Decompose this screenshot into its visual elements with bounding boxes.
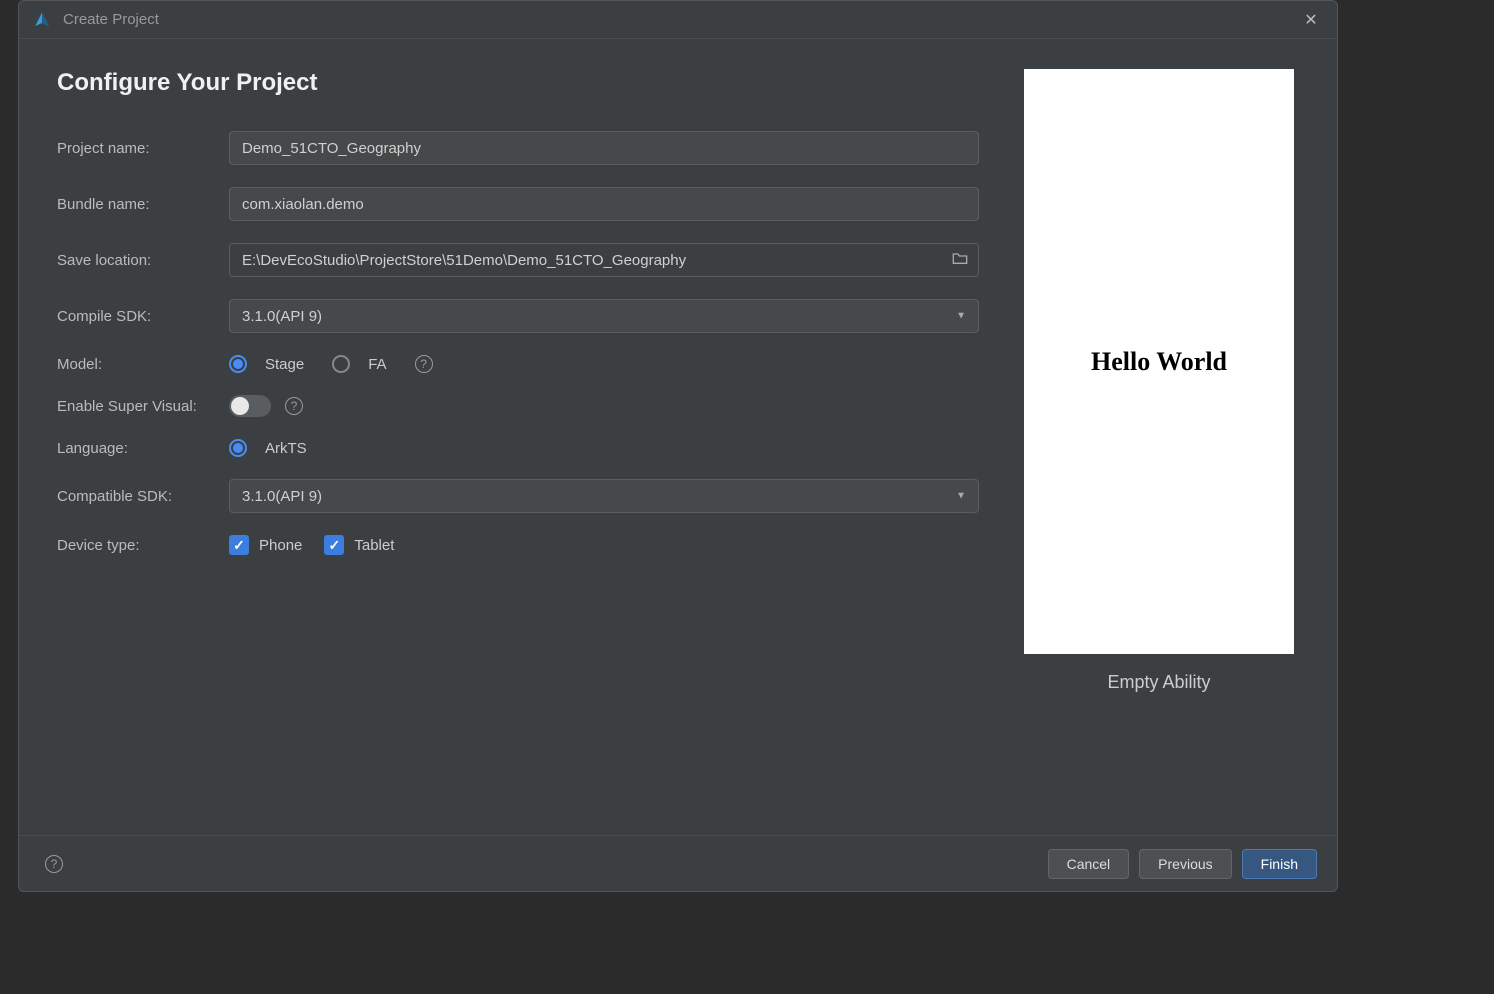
model-stage-label: Stage (265, 356, 304, 373)
page-heading: Configure Your Project (57, 69, 979, 97)
chevron-down-icon: ▼ (956, 491, 966, 502)
model-label: Model: (57, 356, 229, 373)
model-fa-label: FA (368, 356, 386, 373)
bundle-name-value: com.xiaolan.demo (242, 196, 364, 213)
preview-text: Hello World (1091, 347, 1227, 377)
compile-sdk-value: 3.1.0(API 9) (242, 308, 322, 325)
dialog-footer: ? Cancel Previous Finish (19, 835, 1337, 891)
bundle-name-input[interactable]: com.xiaolan.demo (229, 187, 979, 221)
compatible-sdk-value: 3.1.0(API 9) (242, 488, 322, 505)
create-project-dialog: Create Project ✕ Configure Your Project … (18, 0, 1338, 892)
compile-sdk-label: Compile SDK: (57, 308, 229, 325)
project-name-input[interactable]: Demo_51CTO_Geography (229, 131, 979, 165)
save-location-value: E:\DevEcoStudio\ProjectStore\51Demo\Demo… (242, 252, 686, 269)
app-logo-icon (33, 11, 51, 29)
project-name-value: Demo_51CTO_Geography (242, 140, 421, 157)
super-visual-label: Enable Super Visual: (57, 398, 229, 415)
compile-sdk-select[interactable]: 3.1.0(API 9) ▼ (229, 299, 979, 333)
cancel-button[interactable]: Cancel (1048, 849, 1130, 879)
device-type-label: Device type: (57, 537, 229, 554)
model-stage-radio[interactable] (229, 355, 247, 373)
titlebar: Create Project ✕ (19, 1, 1337, 39)
dialog-title: Create Project (63, 11, 159, 28)
project-name-label: Project name: (57, 140, 229, 157)
compatible-sdk-label: Compatible SDK: (57, 488, 229, 505)
super-visual-help-icon[interactable]: ? (285, 397, 303, 415)
template-preview: Hello World (1024, 69, 1294, 654)
close-icon[interactable]: ✕ (1299, 10, 1323, 30)
folder-browse-icon[interactable] (952, 251, 968, 269)
finish-button[interactable]: Finish (1242, 849, 1317, 879)
device-tablet-label: Tablet (354, 537, 394, 554)
preview-caption: Empty Ability (1107, 672, 1210, 693)
chevron-down-icon: ▼ (956, 311, 966, 322)
language-label: Language: (57, 440, 229, 457)
super-visual-toggle[interactable] (229, 395, 271, 417)
save-location-label: Save location: (57, 252, 229, 269)
compatible-sdk-select[interactable]: 3.1.0(API 9) ▼ (229, 479, 979, 513)
save-location-input[interactable]: E:\DevEcoStudio\ProjectStore\51Demo\Demo… (229, 243, 979, 277)
model-help-icon[interactable]: ? (415, 355, 433, 373)
footer-help-icon[interactable]: ? (45, 855, 63, 873)
model-fa-radio[interactable] (332, 355, 350, 373)
bundle-name-label: Bundle name: (57, 196, 229, 213)
previous-button[interactable]: Previous (1139, 849, 1231, 879)
device-phone-checkbox[interactable]: ✓ (229, 535, 249, 555)
language-arkts-label: ArkTS (265, 440, 307, 457)
language-arkts-radio[interactable] (229, 439, 247, 457)
device-phone-label: Phone (259, 537, 302, 554)
device-tablet-checkbox[interactable]: ✓ (324, 535, 344, 555)
